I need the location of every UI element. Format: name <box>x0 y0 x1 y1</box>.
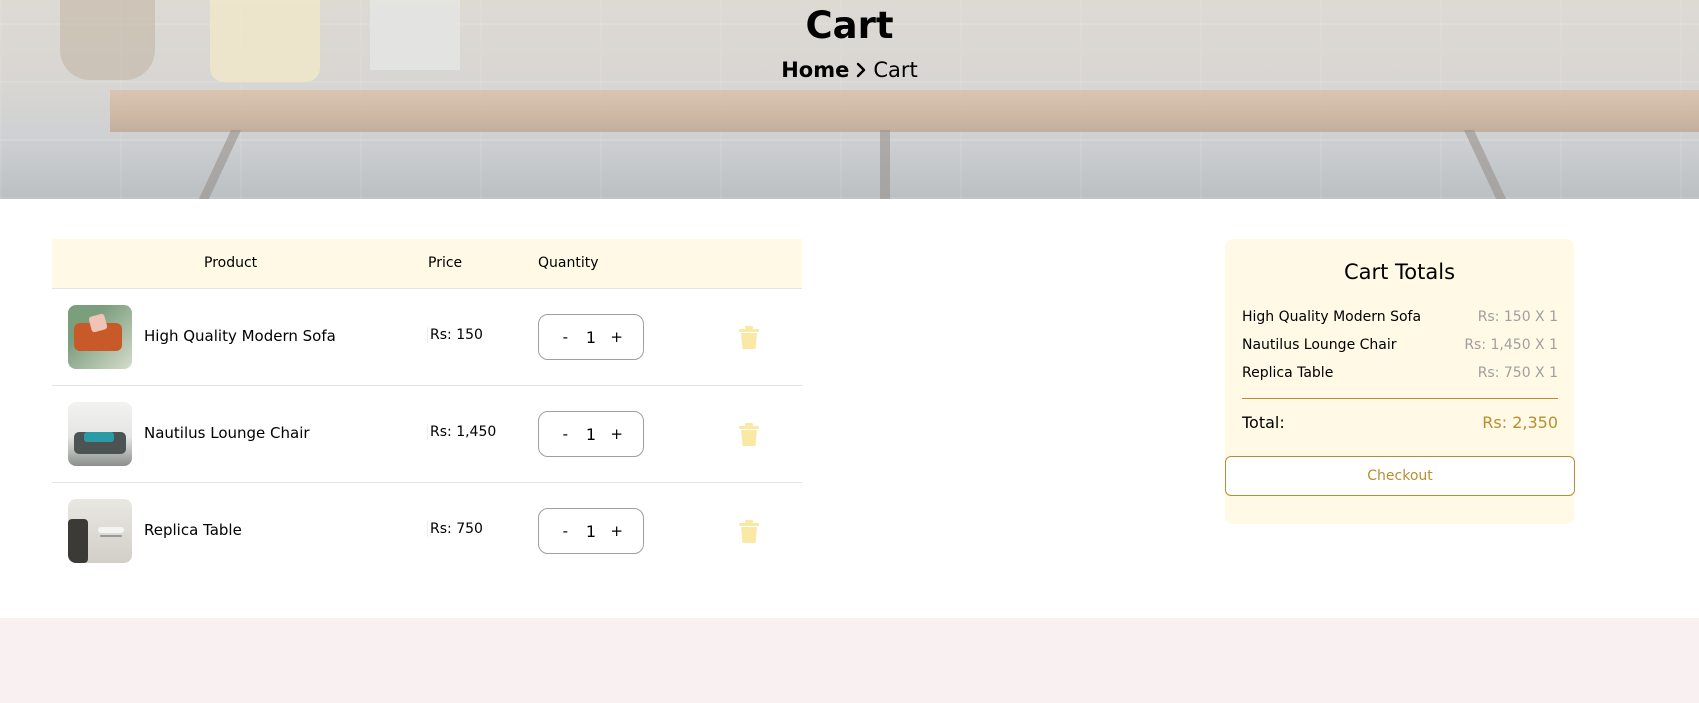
chevron-right-icon <box>855 58 867 82</box>
increment-button[interactable]: + <box>609 328 625 346</box>
quantity-stepper: - 1 + <box>538 508 644 554</box>
trash-icon[interactable] <box>738 423 760 447</box>
breadcrumb: Home Cart <box>0 58 1699 82</box>
totals-divider <box>1242 398 1558 399</box>
product-name[interactable]: Replica Table <box>144 521 242 539</box>
totals-item-name: High Quality Modern Sofa <box>1242 309 1422 325</box>
totals-item-name: Replica Table <box>1242 365 1334 381</box>
column-header-price: Price <box>428 255 463 271</box>
column-header-quantity: Quantity <box>538 255 599 271</box>
quantity-value: 1 <box>585 424 597 444</box>
totals-item-value: Rs: 150 X 1 <box>1477 309 1558 325</box>
quantity-value: 1 <box>585 521 597 541</box>
totals-line-item: High Quality Modern Sofa Rs: 150 X 1 <box>1242 309 1558 325</box>
table-row: Nautilus Lounge Chair Rs: 1,450 - 1 + <box>52 385 802 482</box>
totals-line-item: Replica Table Rs: 750 X 1 <box>1242 365 1558 381</box>
table-row: Replica Table Rs: 750 - 1 + <box>52 482 802 579</box>
decrement-button[interactable]: - <box>557 328 573 346</box>
product-thumbnail[interactable] <box>68 499 132 563</box>
product-name[interactable]: Nautilus Lounge Chair <box>144 424 310 442</box>
checkout-button[interactable]: Checkout <box>1225 456 1575 496</box>
product-thumbnail[interactable] <box>68 305 132 369</box>
trash-icon[interactable] <box>738 520 760 544</box>
total-amount: Rs: 2,350 <box>1482 413 1558 432</box>
breadcrumb-home-link[interactable]: Home <box>781 58 849 82</box>
table-header: Product Price Quantity <box>52 239 802 288</box>
cart-table: Product Price Quantity High Quality Mode… <box>52 239 802 563</box>
totals-item-value: Rs: 1,450 X 1 <box>1464 337 1558 353</box>
total-row: Total: Rs: 2,350 <box>1242 413 1558 432</box>
page-title: Cart <box>805 4 894 47</box>
breadcrumb-current: Cart <box>873 58 918 82</box>
quantity-value: 1 <box>585 327 597 347</box>
quantity-stepper: - 1 + <box>538 314 644 360</box>
cart-totals-title: Cart Totals <box>1343 260 1456 284</box>
product-name[interactable]: High Quality Modern Sofa <box>144 327 336 345</box>
quantity-stepper: - 1 + <box>538 411 644 457</box>
product-thumbnail[interactable] <box>68 402 132 466</box>
trash-icon[interactable] <box>738 326 760 350</box>
totals-line-item: Nautilus Lounge Chair Rs: 1,450 X 1 <box>1242 337 1558 353</box>
increment-button[interactable]: + <box>609 425 625 443</box>
product-price: Rs: 1,450 <box>427 424 496 440</box>
cart-totals-panel: Cart Totals High Quality Modern Sofa Rs:… <box>1225 239 1575 524</box>
footer-text-fragment: · <box>178 696 186 703</box>
table-row: High Quality Modern Sofa Rs: 150 - 1 + <box>52 288 802 385</box>
total-label: Total: <box>1242 413 1285 432</box>
product-price: Rs: 150 <box>427 327 483 343</box>
decrement-button[interactable]: - <box>557 522 573 540</box>
increment-button[interactable]: + <box>609 522 625 540</box>
column-header-product: Product <box>204 255 258 271</box>
product-price: Rs: 750 <box>427 521 483 537</box>
footer-band: · <box>0 618 1699 703</box>
totals-item-name: Nautilus Lounge Chair <box>1242 337 1397 353</box>
decrement-button[interactable]: - <box>557 425 573 443</box>
totals-item-value: Rs: 750 X 1 <box>1477 365 1558 381</box>
